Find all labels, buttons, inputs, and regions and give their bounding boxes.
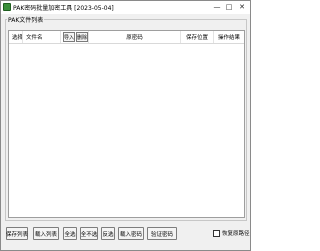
close-button[interactable]: ✕	[236, 2, 248, 12]
verify-password-button[interactable]: 验证密码	[147, 227, 177, 240]
delete-button[interactable]: 删除	[76, 32, 88, 42]
main-window: PAK密码批量加密工具 [2023-05-04] — □ ✕ PAK文件列表 选…	[0, 0, 251, 251]
save-list-button[interactable]: 保存列表	[6, 227, 28, 240]
column-header-result[interactable]: 操作结果	[214, 31, 244, 43]
maximize-button[interactable]: □	[223, 2, 235, 12]
invert-selection-button[interactable]: 反选	[101, 227, 115, 240]
title-bar[interactable]: PAK密码批量加密工具 [2023-05-04] — □ ✕	[1, 1, 250, 14]
import-password-button[interactable]: 载入密码	[118, 227, 144, 240]
table-header: 选择 文件名 导入 删除 原密码 保存位置 操作结果	[9, 31, 244, 44]
select-all-button[interactable]: 全选	[63, 227, 77, 240]
load-list-button[interactable]: 载入列表	[33, 227, 59, 240]
file-list-table[interactable]: 选择 文件名 导入 删除 原密码 保存位置 操作结果	[8, 30, 245, 218]
restore-path-checkbox[interactable]	[213, 229, 220, 237]
restore-path-option[interactable]: 恢复原路径	[213, 229, 250, 237]
select-none-button[interactable]: 全不选	[80, 227, 98, 240]
column-header-select[interactable]: 选择	[9, 31, 23, 43]
minimize-button[interactable]: —	[211, 2, 223, 12]
window-title: PAK密码批量加密工具 [2023-05-04]	[13, 5, 114, 12]
column-header-password[interactable]: 原密码	[89, 31, 181, 43]
restore-path-label: 恢复原路径	[222, 231, 250, 237]
column-header-actions: 导入 删除	[61, 31, 89, 43]
group-label: PAK文件列表	[7, 15, 45, 24]
import-button[interactable]: 导入	[63, 32, 75, 42]
column-header-filename[interactable]: 文件名	[23, 31, 61, 43]
bottom-toolbar: 保存列表 载入列表 全选 全不选 反选 载入密码 验证密码 恢复原路径	[1, 227, 250, 241]
app-icon	[3, 3, 11, 11]
column-header-save-location[interactable]: 保存位置	[181, 31, 214, 43]
